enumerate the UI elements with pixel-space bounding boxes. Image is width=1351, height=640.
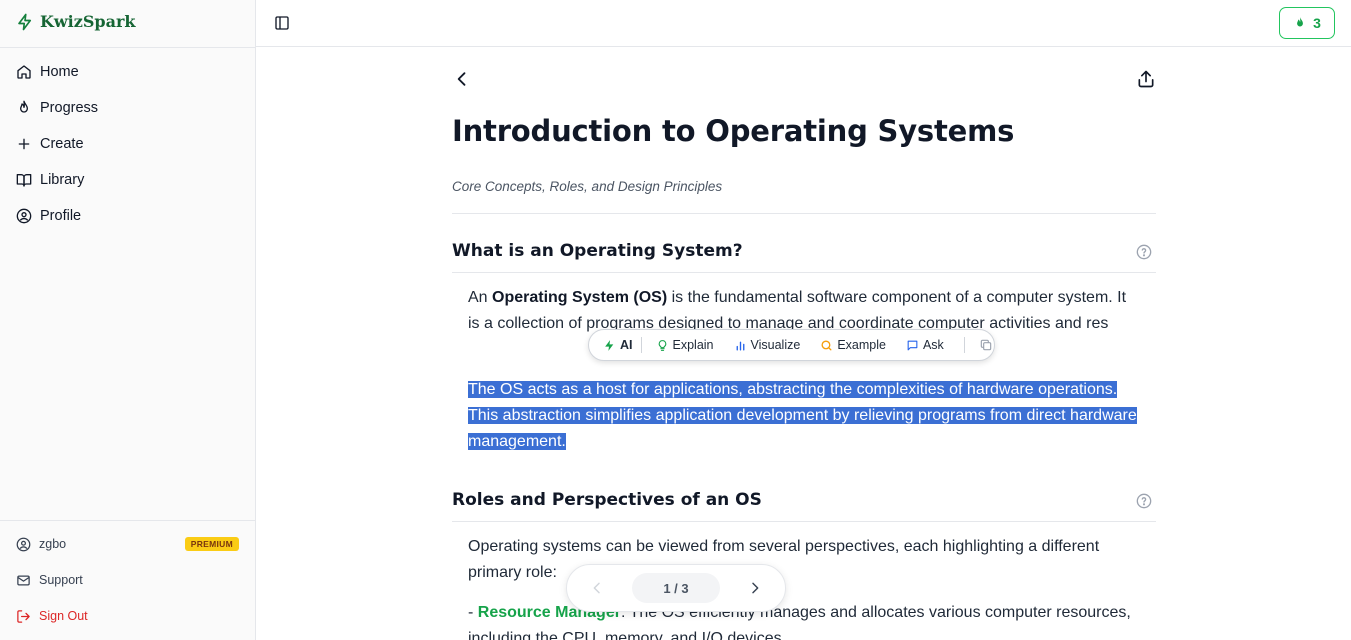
search-icon [821, 339, 832, 351]
premium-badge: PREMIUM [184, 537, 239, 551]
sidebar-item-label: Progress [40, 100, 99, 116]
sidebar-item-label: Library [40, 172, 85, 188]
brand-name: KwizSpark [40, 12, 136, 31]
home-icon [17, 65, 31, 79]
chevron-left-icon[interactable] [589, 580, 605, 596]
book-open-icon [16, 174, 32, 187]
mail-icon [17, 575, 30, 585]
sidebar-item-library[interactable]: Library [8, 162, 248, 198]
sidebar-item-progress[interactable]: Progress [8, 90, 248, 126]
sidebar-item-profile[interactable]: Profile [8, 198, 248, 234]
user-circle-icon [16, 537, 31, 551]
page-navigator: 1 / 3 [566, 564, 786, 612]
message-square-icon [907, 340, 918, 350]
sidebar: KwizSpark Home Progress Create Library P… [0, 0, 256, 640]
help-circle-icon[interactable] [1136, 244, 1152, 260]
share-icon[interactable] [1136, 68, 1156, 90]
user-circle-icon [16, 208, 32, 224]
lightbulb-icon [658, 339, 666, 351]
sign-out-icon [17, 609, 30, 623]
page-indicator: 1 / 3 [632, 573, 720, 603]
divider [452, 272, 1156, 273]
streak-button[interactable]: 3 [1279, 7, 1335, 39]
user-account[interactable]: zgbo PREMIUM [8, 526, 248, 562]
lesson-content: Introduction to Operating Systems Core C… [256, 48, 1351, 640]
example-label: Example [837, 338, 886, 352]
divider [0, 47, 256, 48]
selected-text: The OS acts as a host for applications, … [468, 381, 1137, 450]
sidebar-item-label: Create [40, 136, 84, 152]
visualize-label: Visualize [750, 338, 801, 352]
page-subtitle: Core Concepts, Roles, and Design Princip… [452, 179, 723, 194]
support-label: Support [39, 573, 83, 587]
bold-term: Operating System (OS) [492, 289, 668, 306]
lightning-icon [605, 339, 614, 351]
brand-logo[interactable]: KwizSpark [16, 12, 135, 31]
ask-button[interactable]: Ask [906, 338, 944, 352]
sidebar-item-create[interactable]: Create [8, 126, 248, 162]
ai-button[interactable]: AI [603, 338, 633, 352]
sidebar-item-label: Profile [40, 208, 82, 224]
flame-icon [19, 100, 28, 113]
ai-label: AI [620, 338, 633, 352]
explain-label: Explain [672, 338, 714, 352]
ask-label: Ask [922, 338, 944, 352]
help-circle-icon[interactable] [1136, 493, 1152, 509]
sidebar-item-label: Home [40, 64, 79, 80]
bullet-item: - Resource Manager: The OS efficiently m… [468, 600, 1138, 640]
lightning-icon [18, 13, 32, 30]
bar-chart-icon [736, 341, 744, 351]
copy-icon[interactable] [979, 338, 993, 352]
divider [452, 213, 1156, 214]
page-title: Introduction to Operating Systems [452, 114, 1015, 148]
toolbar-divider [640, 337, 642, 353]
divider [0, 520, 256, 521]
back-chevron-icon[interactable] [452, 68, 472, 90]
sidebar-item-home[interactable]: Home [8, 54, 248, 90]
username: zgbo [39, 537, 67, 551]
paragraph-text: An [468, 289, 493, 306]
explain-button[interactable]: Explain [656, 338, 714, 352]
flame-icon [1297, 17, 1304, 27]
divider [452, 521, 1156, 522]
support-link[interactable]: Support [8, 562, 248, 598]
streak-count: 3 [1313, 15, 1321, 31]
section-heading: Roles and Perspectives of an OS [452, 490, 762, 510]
sign-out-button[interactable]: Sign Out [8, 598, 248, 634]
visualize-button[interactable]: Visualize [734, 338, 801, 352]
section-heading: What is an Operating System? [452, 241, 743, 261]
top-bar: 3 [256, 0, 1351, 47]
example-button[interactable]: Example [820, 338, 886, 352]
sign-out-label: Sign Out [39, 609, 88, 623]
selected-paragraph[interactable]: The OS acts as a host for applications, … [468, 377, 1138, 455]
sidebar-footer: zgbo PREMIUM Support Sign Out [8, 526, 248, 634]
plus-icon [18, 138, 30, 150]
sidebar-toggle-icon[interactable] [274, 15, 290, 31]
ai-selection-toolbar: AI Explain Visualize Example Ask [588, 329, 995, 361]
bullet-prefix: - [468, 604, 478, 621]
sidebar-nav: Home Progress Create Library Profile [8, 54, 248, 234]
toolbar-divider [963, 337, 965, 353]
chevron-right-icon[interactable] [747, 580, 763, 596]
